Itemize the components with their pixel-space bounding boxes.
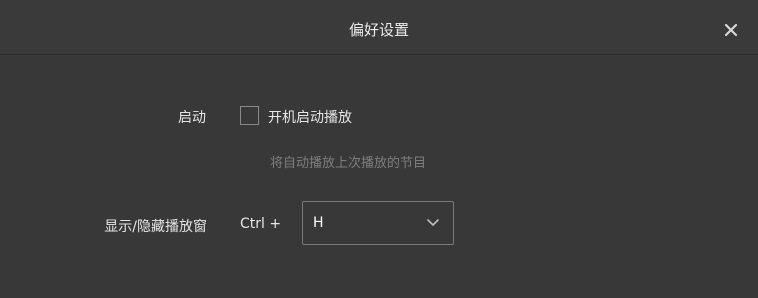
dialog-content: 启动 开机启动播放 将自动播放上次播放的节目 显示/隐藏播放窗 Ctrl + H <box>0 55 758 298</box>
chevron-down-icon <box>427 219 439 226</box>
startup-hint: 将自动播放上次播放的节目 <box>270 156 427 171</box>
close-button[interactable] <box>724 22 738 37</box>
close-icon <box>724 23 738 37</box>
preferences-dialog: 偏好设置 启动 开机启动播放 将自动播放上次播放的节目 显示/隐藏播放窗 Ctr… <box>0 0 758 298</box>
startup-checkbox[interactable] <box>240 106 259 125</box>
dialog-title: 偏好设置 <box>348 21 409 39</box>
startup-checkbox-label[interactable]: 开机启动播放 <box>268 107 352 127</box>
hotkey-prefix: Ctrl + <box>240 216 282 232</box>
hotkey-select-value: H <box>313 215 324 231</box>
startup-label: 启动 <box>178 110 206 126</box>
title-bar: 偏好设置 <box>0 0 758 55</box>
hotkey-select[interactable]: H <box>302 201 454 245</box>
hotkey-label: 显示/隐藏播放窗 <box>104 219 207 235</box>
